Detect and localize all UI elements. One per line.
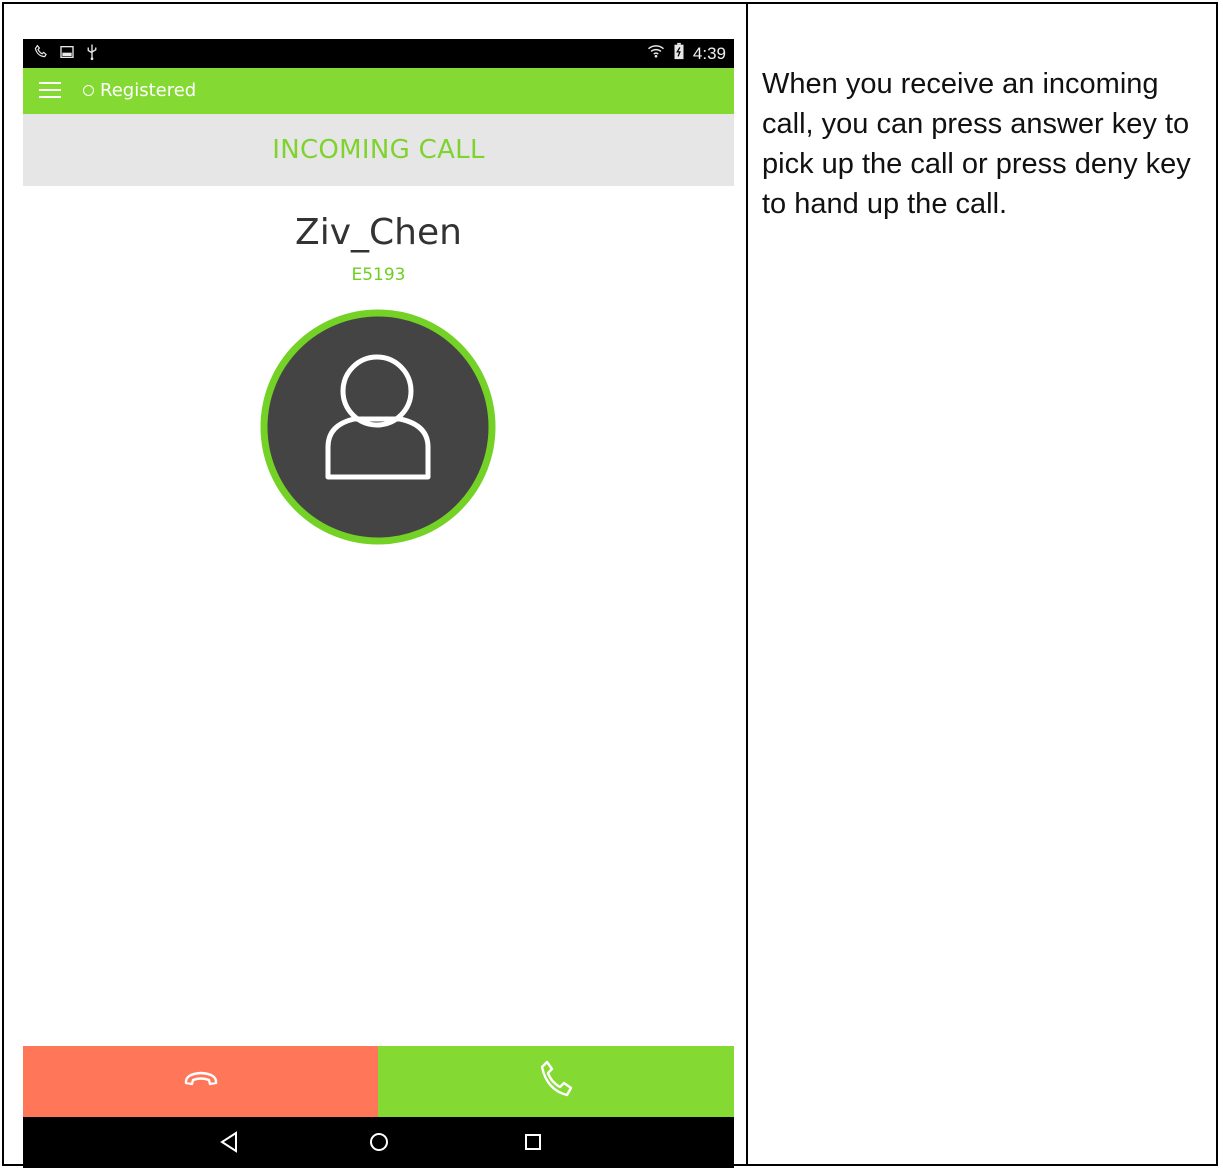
status-circle-icon [83,85,94,96]
incoming-call-title: INCOMING CALL [272,135,485,165]
table-column-divider [746,2,748,1166]
caller-name: Ziv_Chen [295,212,462,253]
wifi-icon [647,43,665,64]
registration-status: Registered [83,80,196,101]
call-actions [23,1046,734,1117]
caller-number: E5193 [351,265,406,285]
phone-icon [33,44,49,65]
battery-icon [673,42,685,65]
usb-icon [85,43,99,66]
image-icon [59,44,75,65]
incoming-call-banner: INCOMING CALL [23,114,734,186]
recents-icon[interactable] [523,1131,543,1158]
person-avatar-icon [260,309,496,545]
answer-call-button[interactable] [378,1046,734,1117]
registration-label: Registered [100,80,197,101]
hang-up-icon [182,1068,220,1095]
answer-call-icon [538,1059,574,1104]
description-text: When you receive an incoming call, you c… [762,68,1191,220]
status-bar: 4:39 [23,39,734,68]
status-time: 4:39 [692,43,726,63]
deny-call-button[interactable] [23,1046,378,1117]
phone-screenshot: 4:39 Registered INCOMING CALL Ziv_Chen E… [23,39,734,1168]
back-icon[interactable] [219,1131,239,1158]
app-bar: Registered [23,68,734,114]
hamburger-menu-icon[interactable] [39,82,61,100]
home-icon[interactable] [368,1131,390,1158]
navigation-bar [23,1117,734,1168]
